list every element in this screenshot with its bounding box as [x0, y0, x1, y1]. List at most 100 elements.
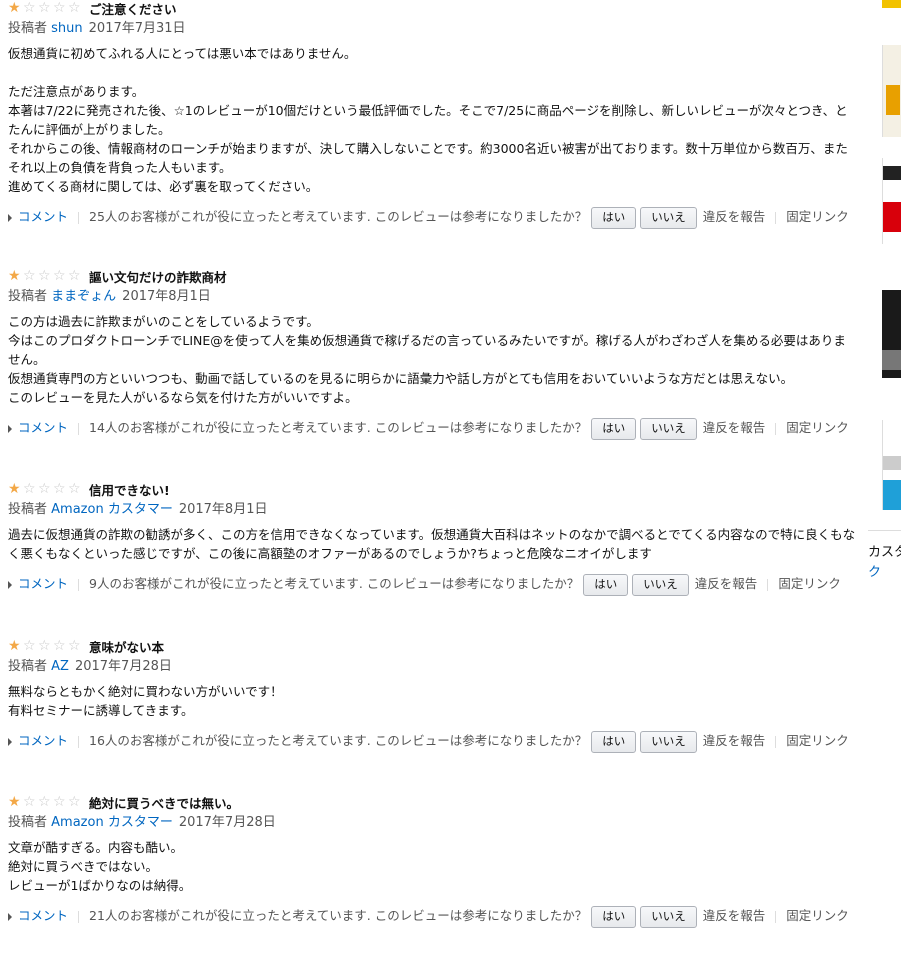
comment-link[interactable]: コメント — [18, 209, 68, 224]
star-rating[interactable]: ★ ☆ ☆ ☆ ☆ — [8, 482, 83, 496]
review-title[interactable]: 信用できない! — [89, 480, 170, 499]
star-rating[interactable]: ★ ☆ ☆ ☆ ☆ — [8, 269, 83, 283]
divider — [775, 735, 777, 748]
review-author[interactable]: Amazon カスタマー — [51, 502, 173, 517]
star-empty-icon: ☆ — [23, 268, 36, 284]
helpful-yes-button[interactable]: はい — [583, 573, 629, 596]
star-filled-icon: ★ — [8, 794, 21, 810]
book-thumbnail[interactable] — [882, 0, 901, 8]
star-empty-icon: ☆ — [23, 638, 36, 654]
expand-triangle-icon[interactable] — [8, 912, 12, 921]
review-actions: コメント 25人のお客様がこれが役に立ったと考えています. このレビューは参考にな… — [8, 206, 858, 229]
report-abuse-link[interactable]: 違反を報告 — [695, 576, 758, 591]
divider — [868, 530, 901, 531]
review: ★ ☆ ☆ ☆ ☆ 意味がない本 投稿者 AZ 2017年7月28日 無料ならともかく絶対に買わ… — [8, 638, 858, 753]
report-abuse-link[interactable]: 違反を報告 — [703, 908, 766, 923]
byline-prefix: 投稿者 — [8, 289, 48, 304]
comment-link[interactable]: コメント — [18, 733, 68, 748]
review-date: 2017年7月31日 — [88, 21, 186, 36]
star-rating[interactable]: ★ ☆ ☆ ☆ ☆ — [8, 1, 83, 15]
helpful-no-button[interactable]: いいえ — [632, 573, 689, 596]
review-body: 文章が酷すぎる。内容も酷い。 絶対に買うべきではない。 レビューが1ばかりなのは… — [8, 840, 192, 893]
report-abuse-link[interactable]: 違反を報告 — [703, 733, 766, 748]
review-author[interactable]: AZ — [51, 659, 69, 674]
review-body: 無料ならともかく絶対に買わない方がいいです！ 有料セミナーに誘導してきます。 — [8, 684, 283, 718]
book-thumbnail[interactable] — [882, 45, 901, 137]
helpful-count-text: 16人のお客様がこれが役に立ったと考えています. このレビューは参考になりました… — [89, 733, 588, 748]
divider — [78, 422, 80, 435]
review-title[interactable]: 意味がない本 — [89, 637, 164, 656]
review: ★ ☆ ☆ ☆ ☆ 謳い文句だけの詐欺商材投稿者 ままぞょん 2017年8月1日この方は過去… — [8, 268, 858, 440]
review: ★ ☆ ☆ ☆ ☆ 絶対に買うべきでは無い。 投稿者 Amazon カスタマー 2017年7月… — [8, 794, 858, 928]
divider — [78, 910, 80, 923]
star-empty-icon: ☆ — [68, 794, 81, 810]
right-rail: カスタ ク — [868, 0, 901, 955]
expand-triangle-icon[interactable] — [8, 213, 12, 222]
star-filled-icon: ★ — [8, 481, 21, 497]
helpful-no-button[interactable]: いいえ — [640, 905, 697, 928]
divider — [78, 211, 80, 224]
star-empty-icon: ☆ — [68, 481, 81, 497]
review-body: 仮想通貨に初めてふれる人にとっては悪い本ではありません。 ただ注意点があります。… — [8, 46, 848, 194]
star-empty-icon: ☆ — [53, 481, 66, 497]
permalink-link[interactable]: 固定リンク — [786, 908, 849, 923]
helpful-count-text: 9人のお客様がこれが役に立ったと考えています. このレビューは参考になりましたか… — [89, 576, 580, 591]
star-empty-icon: ☆ — [38, 794, 51, 810]
review-title[interactable]: 謳い文句だけの詐欺商材 — [89, 267, 227, 286]
star-filled-icon: ★ — [8, 0, 21, 16]
review-body: この方は過去に詐欺まがいのことをしているようです。 今はこのプロダクトローンチで… — [8, 314, 846, 405]
star-empty-icon: ☆ — [53, 794, 66, 810]
byline-prefix: 投稿者 — [8, 659, 48, 674]
helpful-yes-button[interactable]: はい — [591, 730, 637, 753]
star-empty-icon: ☆ — [53, 0, 66, 16]
star-rating[interactable]: ★ ☆ ☆ ☆ ☆ — [8, 795, 83, 809]
star-rating[interactable]: ★ ☆ ☆ ☆ ☆ — [8, 639, 83, 653]
expand-triangle-icon[interactable] — [8, 580, 12, 589]
review-author[interactable]: shun — [51, 21, 83, 36]
report-abuse-link[interactable]: 違反を報告 — [703, 420, 766, 435]
permalink-link[interactable]: 固定リンク — [778, 576, 841, 591]
review-body: 過去に仮想通貨の詐欺の勧誘が多く、この方を信用できなくなっています。仮想通貨大百… — [8, 527, 856, 561]
comment-link[interactable]: コメント — [18, 420, 68, 435]
permalink-link[interactable]: 固定リンク — [786, 420, 849, 435]
book-thumbnail[interactable] — [882, 420, 901, 510]
star-empty-icon: ☆ — [68, 268, 81, 284]
book-thumbnail[interactable] — [882, 290, 901, 378]
helpful-no-button[interactable]: いいえ — [640, 206, 697, 229]
permalink-link[interactable]: 固定リンク — [786, 209, 849, 224]
byline-prefix: 投稿者 — [8, 815, 48, 830]
star-empty-icon: ☆ — [23, 794, 36, 810]
byline-prefix: 投稿者 — [8, 21, 48, 36]
star-empty-icon: ☆ — [68, 0, 81, 16]
expand-triangle-icon[interactable] — [8, 737, 12, 746]
divider — [767, 578, 769, 591]
star-empty-icon: ☆ — [38, 0, 51, 16]
review-date: 2017年8月1日 — [122, 289, 211, 304]
star-empty-icon: ☆ — [38, 268, 51, 284]
comment-link[interactable]: コメント — [18, 908, 68, 923]
review-title[interactable]: ご注意ください — [89, 0, 177, 18]
report-abuse-link[interactable]: 違反を報告 — [703, 209, 766, 224]
permalink-link[interactable]: 固定リンク — [786, 733, 849, 748]
review-actions: コメント 9人のお客様がこれが役に立ったと考えています. このレビューは参考になり… — [8, 573, 858, 596]
helpful-yes-button[interactable]: はい — [591, 417, 637, 440]
review-actions: コメント 21人のお客様がこれが役に立ったと考えています. このレビューは参考にな… — [8, 905, 858, 928]
rail-link[interactable]: カスタ ク — [868, 543, 901, 583]
helpful-count-text: 21人のお客様がこれが役に立ったと考えています. このレビューは参考になりました… — [89, 908, 588, 923]
expand-triangle-icon[interactable] — [8, 424, 12, 433]
star-empty-icon: ☆ — [53, 268, 66, 284]
comment-link[interactable]: コメント — [18, 576, 68, 591]
star-empty-icon: ☆ — [38, 638, 51, 654]
book-thumbnail[interactable] — [882, 158, 901, 244]
helpful-no-button[interactable]: いいえ — [640, 417, 697, 440]
star-empty-icon: ☆ — [23, 481, 36, 497]
star-empty-icon: ☆ — [38, 481, 51, 497]
helpful-no-button[interactable]: いいえ — [640, 730, 697, 753]
review-actions: コメント 14人のお客様がこれが役に立ったと考えています. このレビューは参考にな… — [8, 417, 858, 440]
review-author[interactable]: ままぞょん — [51, 289, 116, 304]
star-empty-icon: ☆ — [68, 638, 81, 654]
review-title[interactable]: 絶対に買うべきでは無い。 — [89, 793, 239, 812]
helpful-yes-button[interactable]: はい — [591, 905, 637, 928]
review-author[interactable]: Amazon カスタマー — [51, 815, 173, 830]
helpful-yes-button[interactable]: はい — [591, 206, 637, 229]
